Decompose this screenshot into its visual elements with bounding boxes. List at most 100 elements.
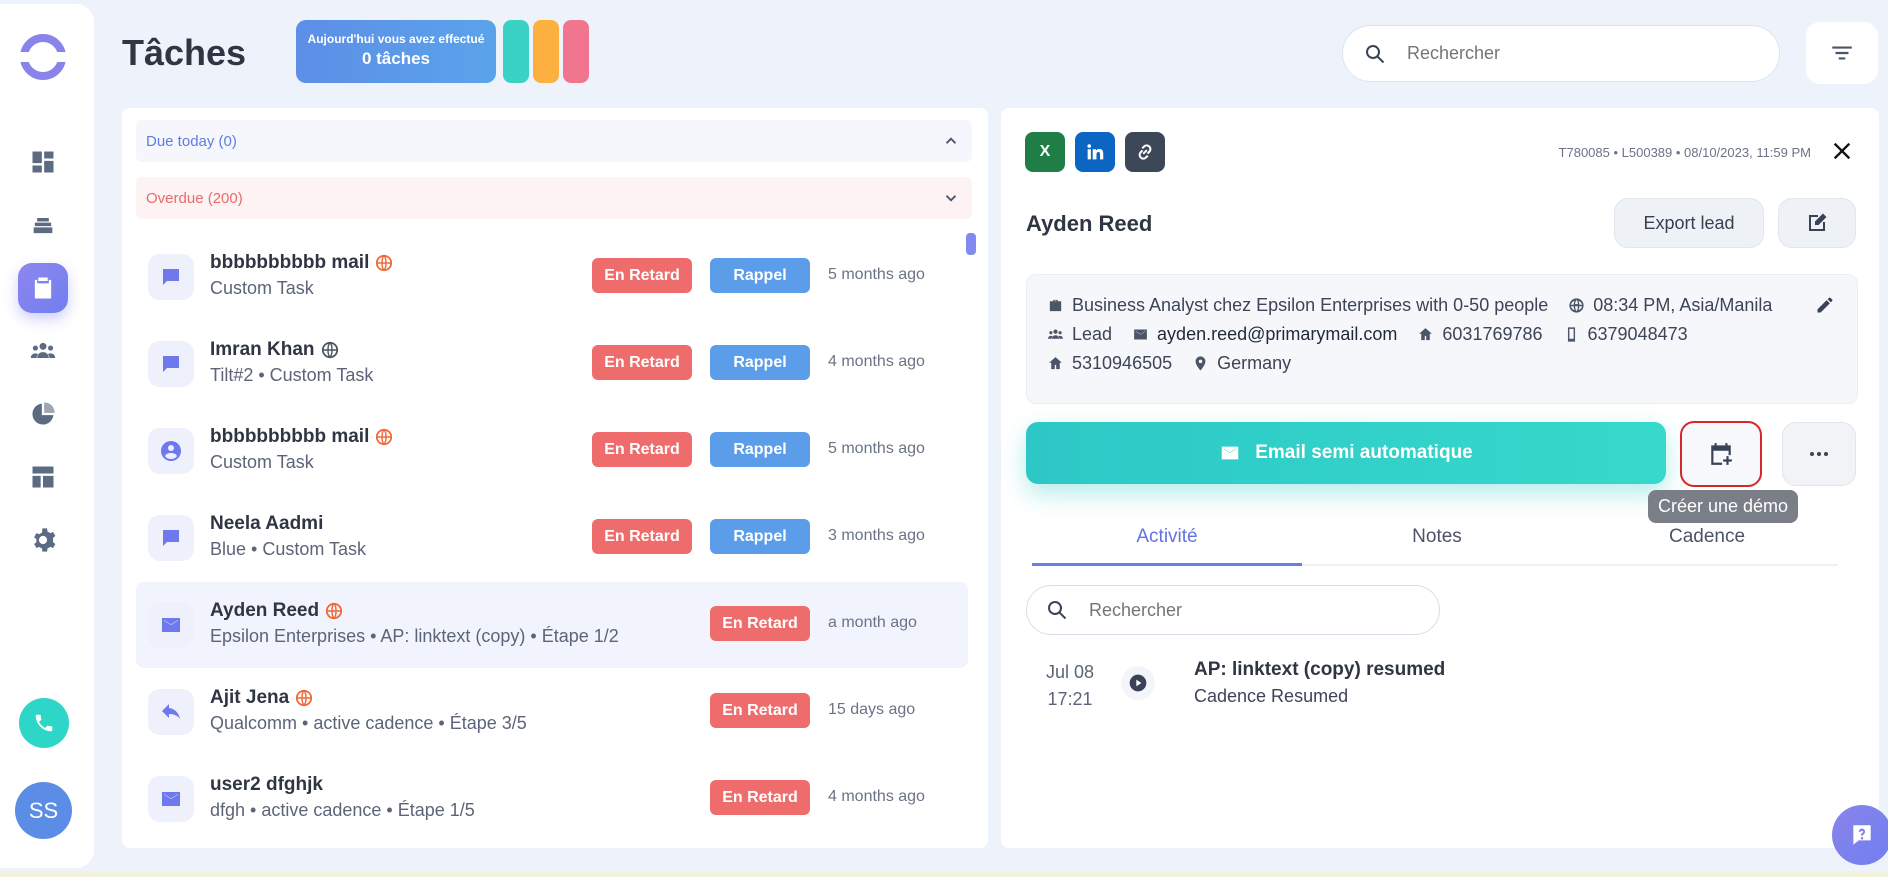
gear-icon xyxy=(34,528,56,552)
task-row[interactable]: Neela Aadmi Blue • Custom Task En Retard… xyxy=(136,495,968,581)
task-row[interactable]: Imran Khan Tilt#2 • Custom Task En Retar… xyxy=(136,321,968,407)
search-bar[interactable] xyxy=(1342,25,1780,82)
task-subtitle: Custom Task xyxy=(210,452,314,472)
semi-auto-email-button[interactable]: Email semi automatique xyxy=(1026,422,1666,484)
nav-people[interactable] xyxy=(18,326,68,376)
lead-email[interactable]: ayden.reed@primarymail.com xyxy=(1157,324,1397,345)
status-pill-pink[interactable] xyxy=(563,20,589,83)
link-glyph-icon xyxy=(1138,144,1152,160)
filter-button[interactable] xyxy=(1806,22,1878,84)
nav-stack[interactable] xyxy=(18,200,68,250)
task-name: Ajit Jena xyxy=(210,687,290,708)
group-overdue[interactable]: Overdue (200) xyxy=(136,177,972,219)
pencil-icon[interactable] xyxy=(1815,295,1835,315)
task-type-icon xyxy=(148,602,194,648)
nav-dashboard[interactable] xyxy=(18,137,68,187)
envelope-icon xyxy=(1134,329,1147,340)
task-subtitle: Blue • Custom Task xyxy=(210,539,367,559)
clipboard-icon xyxy=(34,277,52,299)
reply-icon xyxy=(162,704,180,719)
create-demo-button[interactable] xyxy=(1680,421,1762,487)
activity-search-bar[interactable] xyxy=(1026,585,1440,635)
briefcase-icon xyxy=(1049,299,1062,312)
lead-title: Business Analyst chez Epsilon Enterprise… xyxy=(1072,295,1549,315)
today-summary-label: Aujourd'hui vous avez effectué xyxy=(307,32,485,46)
task-time: 3 months ago xyxy=(828,527,925,544)
search-icon xyxy=(1048,601,1067,620)
app-logo[interactable] xyxy=(18,34,68,80)
task-name: Imran Khan xyxy=(210,339,315,360)
tab-notes[interactable]: Notes xyxy=(1302,526,1572,548)
task-subtitle: dfgh • active cadence • Étape 1/5 xyxy=(210,800,475,820)
call-button[interactable] xyxy=(19,698,69,748)
help-chat-button[interactable] xyxy=(1832,805,1888,865)
tab-cadence[interactable]: Cadence xyxy=(1572,526,1842,548)
lead-meta: T780085 • L500389 • 08/10/2023, 11:59 PM xyxy=(1558,145,1811,160)
activity-timestamp: Jul 08 17:21 xyxy=(1046,659,1094,713)
late-badge: En Retard xyxy=(592,519,692,554)
task-list-panel: Due today (0) Overdue (200) bbbbbbbbbb m… xyxy=(122,108,988,848)
search-icon xyxy=(1366,44,1385,63)
activity-subtitle: Cadence Resumed xyxy=(1194,686,1349,706)
late-badge: En Retard xyxy=(710,693,810,728)
globe-icon xyxy=(376,254,393,272)
dashboard-icon xyxy=(32,151,54,173)
late-badge: En Retard xyxy=(592,258,692,293)
excel-icon[interactable]: X xyxy=(1025,132,1065,172)
group-due-today[interactable]: Due today (0) xyxy=(136,120,972,162)
activity-status xyxy=(1121,666,1155,700)
task-name: bbbbbbbbbb mail xyxy=(210,252,370,273)
reminder-badge[interactable]: Rappel xyxy=(710,258,810,293)
mobile-icon xyxy=(1567,327,1575,342)
semi-auto-email-label: Email semi automatique xyxy=(1255,442,1473,463)
message-icon xyxy=(163,530,179,546)
nav-settings[interactable] xyxy=(18,515,68,565)
lead-phone-2[interactable]: 5310946505 xyxy=(1072,353,1172,374)
task-row[interactable]: bbbbbbbbbb mail Custom Task En Retard Ra… xyxy=(136,408,968,494)
task-time: 5 months ago xyxy=(828,266,925,283)
close-icon[interactable] xyxy=(1831,140,1853,162)
task-row[interactable]: Ajit Jena Qualcomm • active cadence • Ét… xyxy=(136,669,968,755)
message-icon xyxy=(163,356,179,372)
search-input[interactable] xyxy=(1407,43,1747,64)
mail-icon xyxy=(162,792,180,806)
task-row[interactable]: bbbbbbbbbb mail Custom Task En Retard Ra… xyxy=(136,234,968,320)
active-tab-indicator xyxy=(1032,563,1302,566)
nav-tasks[interactable] xyxy=(18,263,68,313)
more-options-button[interactable] xyxy=(1782,422,1856,486)
chevron-up-icon xyxy=(945,137,957,144)
tab-activity[interactable]: Activité xyxy=(1032,526,1302,548)
linkedin-icon[interactable] xyxy=(1075,132,1115,172)
lead-phone-1[interactable]: 6031769786 xyxy=(1442,324,1542,345)
task-time: a month ago xyxy=(828,614,917,631)
reminder-badge[interactable]: Rappel xyxy=(710,519,810,554)
more-horizontal-icon xyxy=(1810,452,1828,456)
task-subtitle: Epsilon Enterprises • AP: linktext (copy… xyxy=(210,626,619,646)
globe-icon xyxy=(321,341,338,359)
task-type-icon xyxy=(148,428,194,474)
status-pill-orange[interactable] xyxy=(533,20,559,83)
avatar[interactable]: SS xyxy=(15,782,72,839)
reminder-badge[interactable]: Rappel xyxy=(710,345,810,380)
edit-lead-button[interactable] xyxy=(1778,198,1856,248)
location-pin-icon xyxy=(1195,356,1206,371)
person-icon xyxy=(161,441,181,461)
reminder-badge[interactable]: Rappel xyxy=(710,432,810,467)
envelope-icon xyxy=(1221,446,1239,460)
task-time: 4 months ago xyxy=(828,353,925,370)
status-pill-teal[interactable] xyxy=(503,20,529,83)
filter-icon xyxy=(1832,46,1852,60)
nav-reports[interactable] xyxy=(18,389,68,439)
task-row-selected[interactable]: Ayden Reed Epsilon Enterprises • AP: lin… xyxy=(136,582,968,668)
task-time: 5 months ago xyxy=(828,440,925,457)
export-lead-button[interactable]: Export lead xyxy=(1614,198,1764,248)
task-type-icon xyxy=(148,776,194,822)
task-name: bbbbbbbbbb mail xyxy=(210,426,370,447)
activity-search-input[interactable] xyxy=(1089,599,1409,621)
lead-mobile[interactable]: 6379048473 xyxy=(1588,324,1688,345)
task-name: Ayden Reed xyxy=(210,600,320,621)
link-icon[interactable] xyxy=(1125,132,1165,172)
nav-templates[interactable] xyxy=(18,452,68,502)
layout-icon xyxy=(32,466,54,488)
task-row[interactable]: user2 dfghjk dfgh • active cadence • Éta… xyxy=(136,756,968,842)
